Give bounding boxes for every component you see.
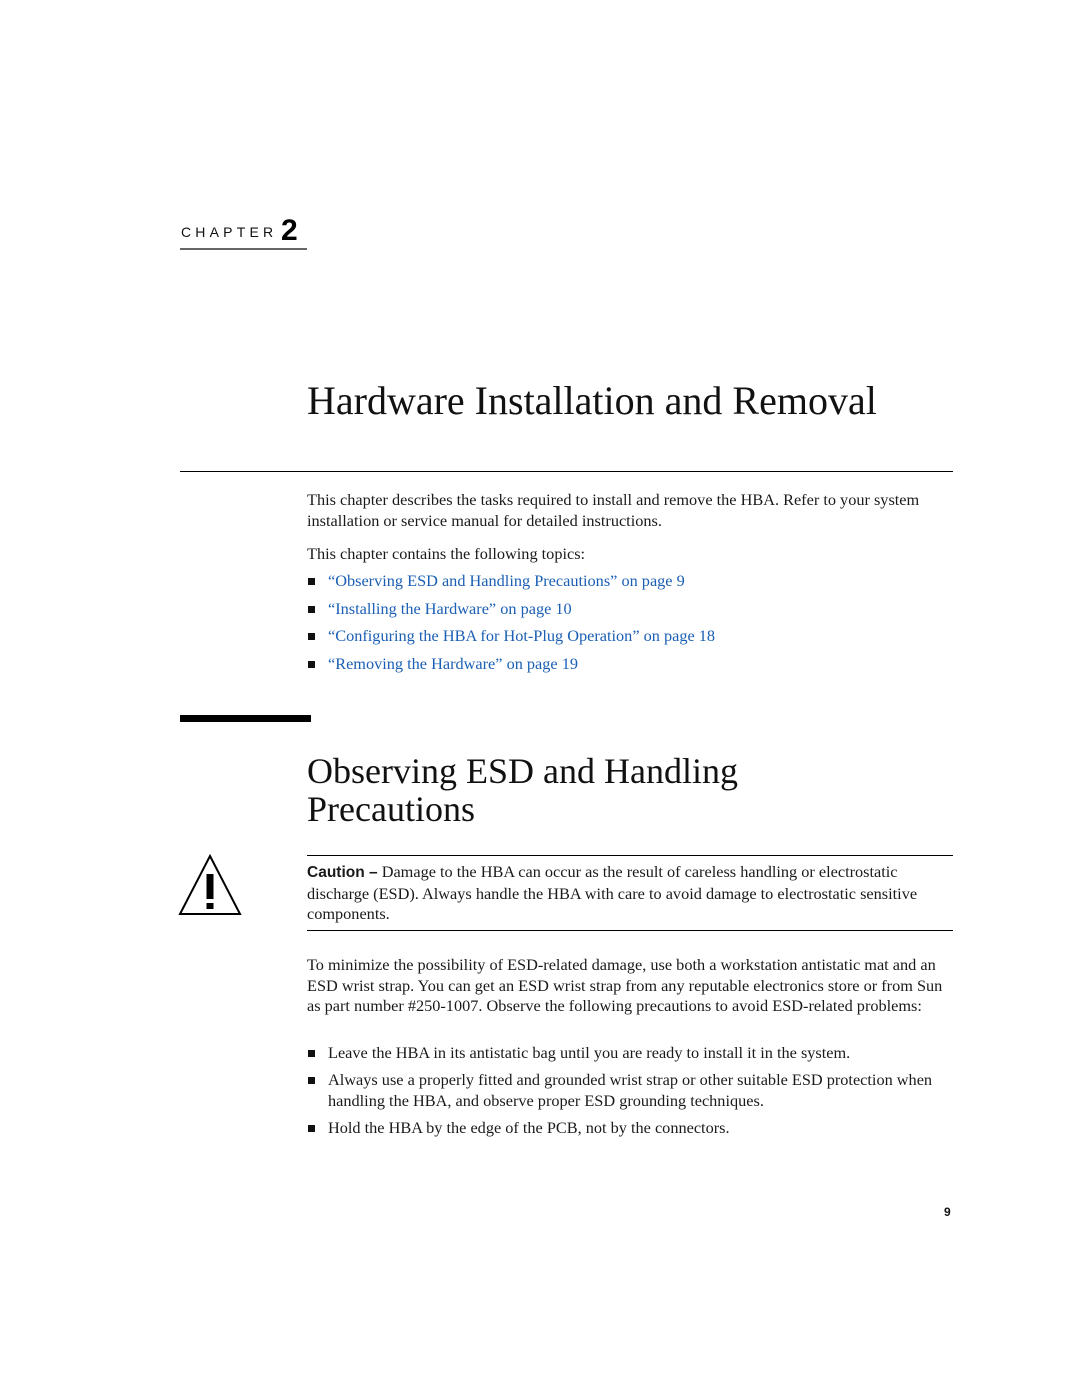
list-item: Always use a properly fitted and grounde… xyxy=(307,1070,957,1111)
precaution-text: Hold the HBA by the edge of the PCB, not… xyxy=(328,1117,730,1137)
page-number: 9 xyxy=(944,1205,951,1219)
chapter-title: Hardware Installation and Removal xyxy=(307,378,877,423)
intro-paragraph: This chapter describes the tasks require… xyxy=(307,490,920,530)
topic-list: “Observing ESD and Handling Precautions”… xyxy=(307,571,957,681)
topic-link-removing-hardware[interactable]: “Removing the Hardware” on page 19 xyxy=(328,654,578,673)
bullet-icon xyxy=(308,660,315,668)
topic-link-observing-esd[interactable]: “Observing ESD and Handling Precautions”… xyxy=(328,571,685,590)
list-item: “Removing the Hardware” on page 19 xyxy=(307,654,957,682)
topic-link-installing-hardware[interactable]: “Installing the Hardware” on page 10 xyxy=(328,599,572,618)
list-item: “Configuring the HBA for Hot-Plug Operat… xyxy=(307,626,957,654)
title-divider xyxy=(180,471,953,472)
esd-paragraph: To minimize the possibility of ESD-relat… xyxy=(307,955,943,1015)
caution-rule-top xyxy=(307,855,953,856)
bullet-icon xyxy=(308,578,315,585)
section-bar xyxy=(180,715,311,722)
list-item: Leave the HBA in its antistatic bag unti… xyxy=(307,1043,957,1064)
caution-label: Caution – xyxy=(307,864,378,881)
precaution-text: Always use a properly fitted and grounde… xyxy=(328,1070,933,1110)
section-title: Observing ESD and Handling Precautions xyxy=(307,751,738,829)
caution-text: Damage to the HBA can occur as the resul… xyxy=(307,862,918,923)
list-item: Hold the HBA by the edge of the PCB, not… xyxy=(307,1118,957,1139)
precaution-text: Leave the HBA in its antistatic bag unti… xyxy=(328,1043,851,1062)
chapter-label: CHAPTER xyxy=(181,224,278,240)
bullet-icon xyxy=(308,605,315,613)
list-item: “Observing ESD and Handling Precautions”… xyxy=(307,571,957,599)
caution-rule-bottom xyxy=(307,930,953,931)
chapter-number: 2 xyxy=(281,214,298,247)
list-item: “Installing the Hardware” on page 10 xyxy=(307,599,957,627)
warning-triangle-icon xyxy=(178,854,242,915)
caution-note: Caution – Damage to the HBA can occur as… xyxy=(307,862,953,925)
topics-intro: This chapter contains the following topi… xyxy=(307,544,586,563)
bullet-icon xyxy=(308,633,315,640)
bullet-icon xyxy=(308,1050,315,1057)
topic-link-configuring-hotplug[interactable]: “Configuring the HBA for Hot-Plug Operat… xyxy=(328,626,715,645)
precaution-list: Leave the HBA in its antistatic bag unti… xyxy=(307,1043,957,1145)
bullet-icon xyxy=(308,1124,315,1132)
chapter-rule xyxy=(180,248,307,250)
bullet-icon xyxy=(308,1077,315,1084)
